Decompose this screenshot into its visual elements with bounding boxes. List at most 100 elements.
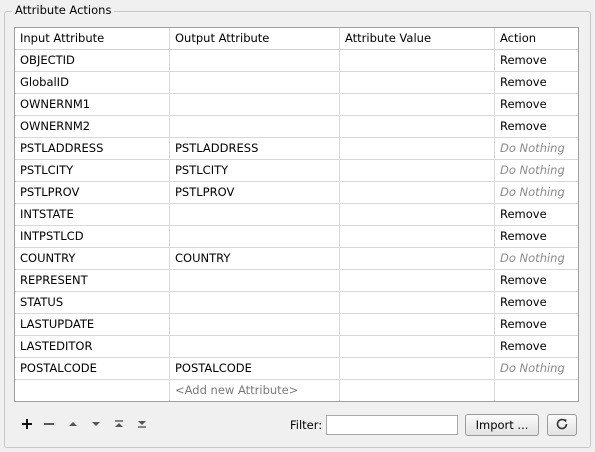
- minus-icon[interactable]: [38, 412, 60, 436]
- table-row[interactable]: PSTLPROV PSTLPROV Do Nothing: [15, 182, 578, 204]
- attribute-value-cell[interactable]: [340, 72, 495, 94]
- input-attribute-cell[interactable]: GlobalID: [15, 72, 170, 94]
- input-attribute-cell[interactable]: INTPSTLCD: [15, 226, 170, 248]
- input-attribute-cell[interactable]: STATUS: [15, 292, 170, 314]
- column-header-output-attribute[interactable]: Output Attribute: [170, 28, 340, 50]
- attribute-value-cell[interactable]: [340, 248, 495, 270]
- action-cell[interactable]: Do Nothing: [495, 138, 578, 160]
- output-attribute-cell[interactable]: [170, 116, 340, 138]
- table-row[interactable]: LASTEDITOR Remove: [15, 336, 578, 358]
- input-attribute-cell[interactable]: PSTLADDRESS: [15, 138, 170, 160]
- output-attribute-cell[interactable]: [170, 94, 340, 116]
- table-header: Input Attribute Output Attribute Attribu…: [15, 28, 578, 50]
- input-attribute-cell[interactable]: POSTALCODE: [15, 358, 170, 380]
- table-row[interactable]: OWNERNM2 Remove: [15, 116, 578, 138]
- column-header-action[interactable]: Action: [495, 28, 578, 50]
- output-attribute-cell[interactable]: [170, 50, 340, 72]
- attribute-value-cell[interactable]: [340, 314, 495, 336]
- attribute-value-cell[interactable]: [340, 138, 495, 160]
- output-attribute-cell[interactable]: [170, 270, 340, 292]
- import-button[interactable]: Import ...: [465, 414, 539, 436]
- table-body: OBJECTID Remove GlobalID Remove OWNERNM1 Remo…: [15, 50, 578, 380]
- table-row[interactable]: OBJECTID Remove: [15, 50, 578, 72]
- add-new-action-cell[interactable]: [495, 380, 578, 401]
- action-cell[interactable]: Remove: [495, 270, 578, 292]
- table-row[interactable]: PSTLADDRESS PSTLADDRESS Do Nothing: [15, 138, 578, 160]
- input-attribute-cell[interactable]: PSTLCITY: [15, 160, 170, 182]
- action-cell[interactable]: Remove: [495, 116, 578, 138]
- move-down-icon[interactable]: [85, 412, 107, 436]
- attribute-value-cell[interactable]: [340, 204, 495, 226]
- table-toolbar: Filter: Import ...: [14, 412, 579, 438]
- add-new-attribute-row[interactable]: <Add new Attribute>: [15, 380, 578, 401]
- table-row[interactable]: REPRESENT Remove: [15, 270, 578, 292]
- output-attribute-cell[interactable]: PSTLADDRESS: [170, 138, 340, 160]
- group-title: Attribute Actions: [12, 3, 115, 17]
- output-attribute-cell[interactable]: [170, 204, 340, 226]
- filter-input[interactable]: [326, 415, 458, 435]
- output-attribute-cell[interactable]: COUNTRY: [170, 248, 340, 270]
- attribute-value-cell[interactable]: [340, 292, 495, 314]
- add-new-attribute-placeholder[interactable]: <Add new Attribute>: [170, 380, 340, 401]
- table-row[interactable]: INTPSTLCD Remove: [15, 226, 578, 248]
- action-cell[interactable]: Do Nothing: [495, 160, 578, 182]
- attribute-value-cell[interactable]: [340, 270, 495, 292]
- refresh-button[interactable]: [547, 414, 577, 436]
- attribute-actions-table: Input Attribute Output Attribute Attribu…: [14, 27, 579, 402]
- attribute-value-cell[interactable]: [340, 160, 495, 182]
- output-attribute-cell[interactable]: [170, 314, 340, 336]
- action-cell[interactable]: Remove: [495, 94, 578, 116]
- attribute-value-cell[interactable]: [340, 50, 495, 72]
- input-attribute-cell[interactable]: PSTLPROV: [15, 182, 170, 204]
- table-row[interactable]: OWNERNM1 Remove: [15, 94, 578, 116]
- action-cell[interactable]: Remove: [495, 292, 578, 314]
- table-row[interactable]: PSTLCITY PSTLCITY Do Nothing: [15, 160, 578, 182]
- input-attribute-cell[interactable]: REPRESENT: [15, 270, 170, 292]
- action-cell[interactable]: Remove: [495, 72, 578, 94]
- table-row[interactable]: COUNTRY COUNTRY Do Nothing: [15, 248, 578, 270]
- input-attribute-cell[interactable]: COUNTRY: [15, 248, 170, 270]
- input-attribute-cell[interactable]: LASTUPDATE: [15, 314, 170, 336]
- output-attribute-cell[interactable]: [170, 72, 340, 94]
- filter-label: Filter:: [290, 418, 323, 432]
- input-attribute-cell[interactable]: OWNERNM1: [15, 94, 170, 116]
- add-new-input-cell[interactable]: [15, 380, 170, 401]
- action-cell[interactable]: Do Nothing: [495, 358, 578, 380]
- action-cell[interactable]: Do Nothing: [495, 248, 578, 270]
- attribute-value-cell[interactable]: [340, 116, 495, 138]
- action-cell[interactable]: Remove: [495, 204, 578, 226]
- column-header-input-attribute[interactable]: Input Attribute: [15, 28, 170, 50]
- refresh-icon: [555, 417, 569, 434]
- attribute-value-cell[interactable]: [340, 358, 495, 380]
- move-to-bottom-icon[interactable]: [131, 412, 153, 436]
- add-new-value-cell[interactable]: [340, 380, 495, 401]
- column-header-attribute-value[interactable]: Attribute Value: [340, 28, 495, 50]
- input-attribute-cell[interactable]: OWNERNM2: [15, 116, 170, 138]
- input-attribute-cell[interactable]: OBJECTID: [15, 50, 170, 72]
- move-to-top-icon[interactable]: [108, 412, 130, 436]
- attribute-value-cell[interactable]: [340, 182, 495, 204]
- output-attribute-cell[interactable]: [170, 336, 340, 358]
- attribute-value-cell[interactable]: [340, 94, 495, 116]
- action-cell[interactable]: Remove: [495, 314, 578, 336]
- table-row[interactable]: LASTUPDATE Remove: [15, 314, 578, 336]
- table-row[interactable]: POSTALCODE POSTALCODE Do Nothing: [15, 358, 578, 380]
- action-cell[interactable]: Remove: [495, 336, 578, 358]
- attribute-value-cell[interactable]: [340, 336, 495, 358]
- action-cell[interactable]: Remove: [495, 226, 578, 248]
- action-cell[interactable]: Do Nothing: [495, 182, 578, 204]
- table-row[interactable]: STATUS Remove: [15, 292, 578, 314]
- output-attribute-cell[interactable]: PSTLCITY: [170, 160, 340, 182]
- move-up-icon[interactable]: [62, 412, 84, 436]
- output-attribute-cell[interactable]: PSTLPROV: [170, 182, 340, 204]
- attribute-value-cell[interactable]: [340, 226, 495, 248]
- plus-icon[interactable]: [16, 412, 38, 436]
- table-row[interactable]: GlobalID Remove: [15, 72, 578, 94]
- input-attribute-cell[interactable]: LASTEDITOR: [15, 336, 170, 358]
- action-cell[interactable]: Remove: [495, 50, 578, 72]
- output-attribute-cell[interactable]: POSTALCODE: [170, 358, 340, 380]
- output-attribute-cell[interactable]: [170, 292, 340, 314]
- input-attribute-cell[interactable]: INTSTATE: [15, 204, 170, 226]
- output-attribute-cell[interactable]: [170, 226, 340, 248]
- table-row[interactable]: INTSTATE Remove: [15, 204, 578, 226]
